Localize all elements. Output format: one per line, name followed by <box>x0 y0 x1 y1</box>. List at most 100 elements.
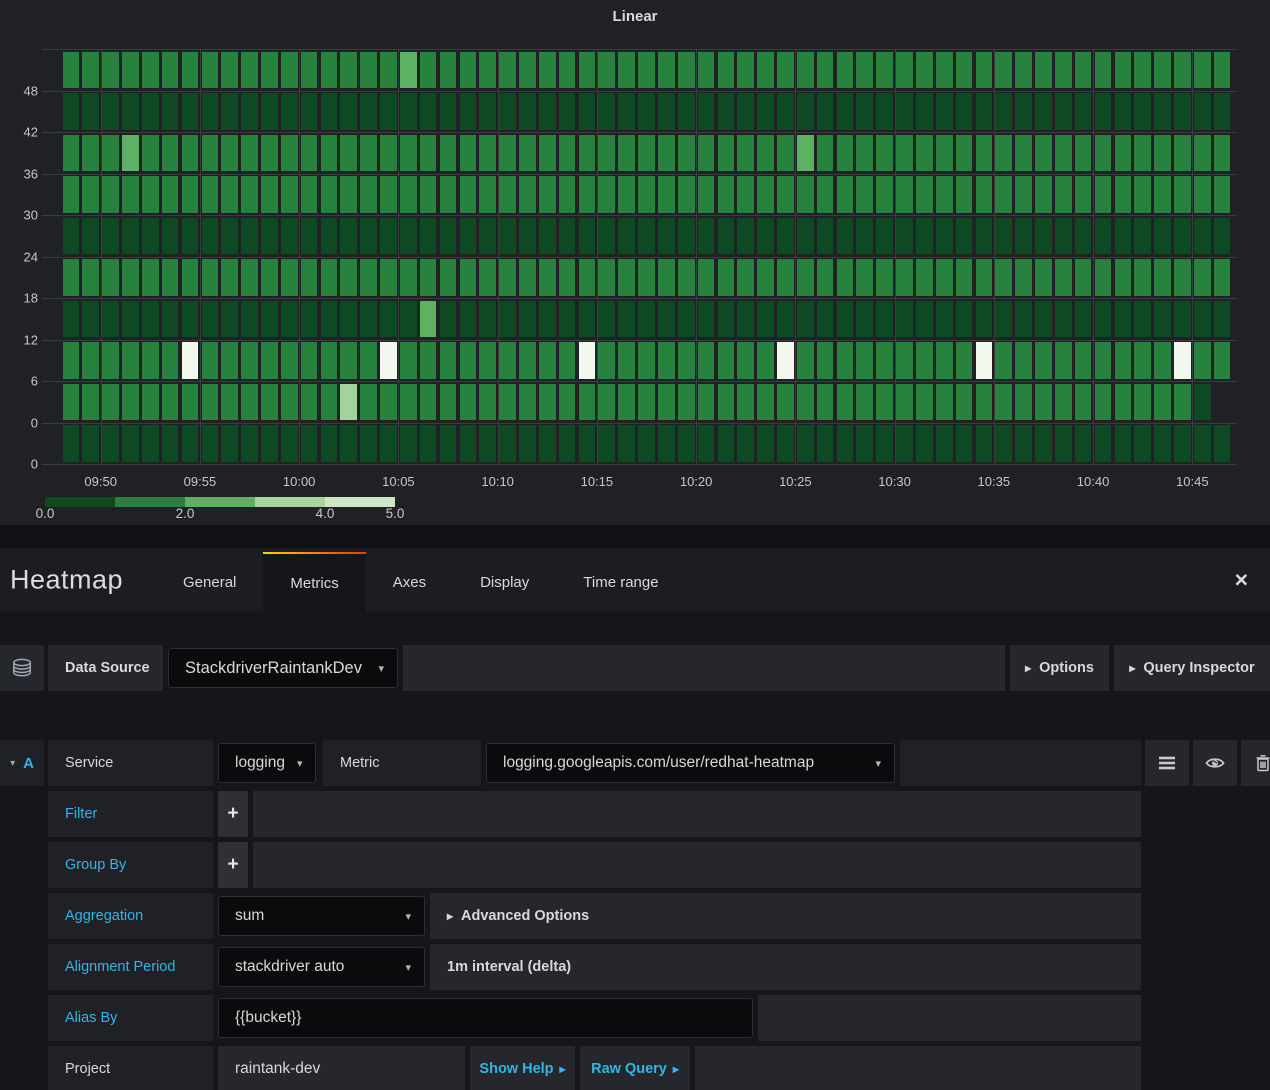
heatmap-cell <box>221 342 238 379</box>
heatmap-cell <box>1214 135 1231 172</box>
heatmap-cell <box>777 135 794 172</box>
heatmap-cell <box>261 259 278 296</box>
heatmap-cell <box>420 93 437 130</box>
heatmap-cell <box>102 218 119 255</box>
tab-general[interactable]: General <box>156 552 263 612</box>
heatmap-cell <box>618 342 635 379</box>
x-axis-tick-label: 10:10 <box>481 474 514 489</box>
heatmap-cell <box>995 425 1012 462</box>
heatmap-cell <box>1095 301 1112 338</box>
heatmap-cell <box>718 135 735 172</box>
heatmap-cell <box>539 384 556 421</box>
tab-axes[interactable]: Axes <box>366 552 453 612</box>
service-select[interactable]: logging ▾ <box>218 743 316 783</box>
heatmap-cell <box>479 425 496 462</box>
heatmap-cell <box>63 384 80 421</box>
heatmap-cell <box>102 425 119 462</box>
tab-metrics[interactable]: Metrics <box>263 552 365 612</box>
gridline-horizontal <box>42 464 1237 465</box>
heatmap-cell <box>618 259 635 296</box>
tab-display[interactable]: Display <box>453 552 556 612</box>
heatmap-cell <box>142 135 159 172</box>
aggregation-select[interactable]: sum ▾ <box>218 896 425 936</box>
heatmap-cell <box>519 135 536 172</box>
heatmap-cell <box>956 384 973 421</box>
heatmap-cell <box>916 135 933 172</box>
heatmap-cell <box>559 384 576 421</box>
heatmap-cell <box>539 259 556 296</box>
heatmap-cell <box>440 259 457 296</box>
heatmap-cell <box>916 384 933 421</box>
add-filter-button[interactable]: + <box>218 791 248 837</box>
heatmap-cell <box>380 176 397 213</box>
heatmap-cell <box>301 259 318 296</box>
heatmap-cell <box>202 384 219 421</box>
heatmap-cell <box>936 52 953 89</box>
heatmap-cell <box>261 301 278 338</box>
legend-tick-label: 2.0 <box>176 506 195 521</box>
tab-time-range[interactable]: Time range <box>556 552 685 612</box>
heatmap-cell <box>420 52 437 89</box>
options-button[interactable]: ▸ Options <box>1010 645 1109 691</box>
close-icon[interactable]: × <box>1235 569 1248 592</box>
add-group-by-button[interactable]: + <box>218 842 248 888</box>
heatmap-cell <box>1154 425 1171 462</box>
heatmap-cell <box>559 425 576 462</box>
heatmap-cell <box>202 135 219 172</box>
heatmap-cell <box>420 135 437 172</box>
heatmap-cell <box>340 384 357 421</box>
heatmap-cell <box>440 301 457 338</box>
heatmap-cell <box>380 342 397 379</box>
heatmap-cell <box>519 52 536 89</box>
heatmap-cell <box>82 93 99 130</box>
heatmap-cell <box>281 425 298 462</box>
show-help-button[interactable]: Show Help ▸ <box>470 1046 575 1090</box>
heatmap-cell <box>777 93 794 130</box>
heatmap-cell <box>479 218 496 255</box>
heatmap-cell <box>221 176 238 213</box>
datasource-select[interactable]: StackdriverRaintankDev ▾ <box>168 648 398 688</box>
alignment-period-select[interactable]: stackdriver auto ▾ <box>218 947 425 987</box>
heatmap-cell <box>1055 425 1072 462</box>
heatmap-cell <box>737 425 754 462</box>
heatmap-cell <box>519 384 536 421</box>
heatmap-cell <box>202 176 219 213</box>
heatmap-cell <box>1134 425 1151 462</box>
gridline-horizontal <box>42 49 1237 50</box>
collapse-query-icon[interactable]: ▾ <box>10 758 15 769</box>
gridline-horizontal <box>42 91 1237 92</box>
legend-tick-label: 5.0 <box>386 506 405 521</box>
heatmap-cell <box>1055 259 1072 296</box>
query-delete-button[interactable] <box>1241 740 1270 786</box>
x-axis-tick-label: 10:20 <box>680 474 713 489</box>
heatmap-cell <box>102 93 119 130</box>
heatmap-cell <box>559 301 576 338</box>
heatmap-cell <box>658 93 675 130</box>
query-inspector-button[interactable]: ▸ Query Inspector <box>1114 645 1270 691</box>
heatmap-cell <box>916 218 933 255</box>
heatmap-cell <box>837 384 854 421</box>
heatmap-cell <box>241 342 258 379</box>
query-toggle-visibility-button[interactable] <box>1193 740 1237 786</box>
heatmap-cell <box>598 93 615 130</box>
metric-select[interactable]: logging.googleapis.com/user/redhat-heatm… <box>486 743 895 783</box>
query-ref-cell[interactable]: ▾ A <box>0 740 44 786</box>
heatmap-cell <box>122 135 139 172</box>
heatmap-cell <box>797 52 814 89</box>
heatmap-cell <box>1015 218 1032 255</box>
alias-by-input[interactable]: {{bucket}} <box>218 998 753 1038</box>
heatmap-cell <box>837 52 854 89</box>
heatmap-cell <box>777 176 794 213</box>
heatmap-cell <box>698 218 715 255</box>
y-axis-tick-label: 42 <box>0 125 38 140</box>
heatmap-cell <box>380 425 397 462</box>
tab-label: Metrics <box>290 575 338 592</box>
heatmap-cell <box>182 301 199 338</box>
heatmap-cell <box>757 176 774 213</box>
heatmap-cell <box>718 384 735 421</box>
raw-query-button[interactable]: Raw Query ▸ <box>580 1046 690 1090</box>
heatmap-cell <box>460 384 477 421</box>
caret-down-icon: ▾ <box>405 961 411 974</box>
query-menu-button[interactable] <box>1145 740 1189 786</box>
advanced-options-toggle[interactable]: ▸ Advanced Options <box>430 893 1141 939</box>
